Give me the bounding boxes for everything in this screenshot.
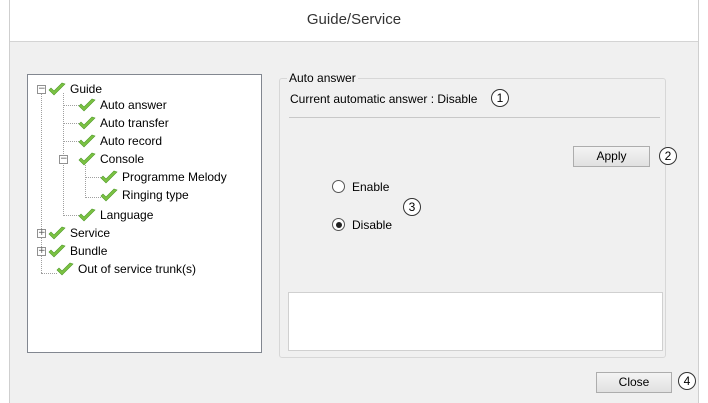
checkmark-icon xyxy=(78,152,96,166)
tree-item-label: Programme Melody xyxy=(122,170,227,184)
radio-disable-button[interactable] xyxy=(332,218,345,231)
tree-line xyxy=(85,165,86,198)
apply-button[interactable]: Apply xyxy=(573,146,650,167)
expand-icon[interactable]: + xyxy=(37,229,46,238)
window-title: Guide/Service xyxy=(10,0,698,42)
tree-item-label: Console xyxy=(100,152,145,166)
tree-item-label: Out of service trunk(s) xyxy=(78,262,197,276)
checkmark-icon xyxy=(78,116,96,130)
group-title: Auto answer xyxy=(287,71,358,85)
checkmark-icon xyxy=(56,262,74,276)
checkmark-icon xyxy=(78,134,96,148)
tree-line xyxy=(63,123,79,124)
tree-line xyxy=(63,141,79,142)
tree-line xyxy=(63,215,79,216)
tree-item-label: Bundle xyxy=(70,244,108,258)
tree-line xyxy=(85,177,101,178)
checkmark-icon xyxy=(78,98,96,112)
info-textbox[interactable] xyxy=(288,292,663,351)
tree-line xyxy=(63,105,79,106)
collapse-icon[interactable]: − xyxy=(59,155,68,164)
radio-enable-button[interactable] xyxy=(332,180,345,193)
checkmark-icon xyxy=(78,208,96,222)
separator xyxy=(289,117,660,118)
tree-item-label: Guide xyxy=(70,82,103,96)
checkmark-icon xyxy=(100,170,118,184)
checkmark-icon xyxy=(48,82,66,96)
callout-1: 1 xyxy=(491,89,509,107)
current-answer-status: Current automatic answer : Disable xyxy=(290,92,478,106)
callout-3: 3 xyxy=(403,198,421,216)
radio-disable-label: Disable xyxy=(352,218,393,232)
tree-line xyxy=(85,197,101,198)
tree-item-label: Language xyxy=(100,208,154,222)
tree-item-label: Auto record xyxy=(100,134,163,148)
tree-line xyxy=(41,273,57,274)
tree-item-label: Service xyxy=(70,226,111,240)
settings-tree[interactable]: − Guide Auto answer Auto transfer Auto recor… xyxy=(27,74,262,353)
checkmark-icon xyxy=(48,226,66,240)
callout-4: 4 xyxy=(678,372,696,390)
tree-item-label: Auto answer xyxy=(100,98,167,112)
expand-icon[interactable]: + xyxy=(37,247,46,256)
radio-enable-label: Enable xyxy=(352,180,390,194)
callout-2: 2 xyxy=(659,147,677,165)
close-button[interactable]: Close xyxy=(596,372,672,393)
collapse-icon[interactable]: − xyxy=(37,85,46,94)
tree-item-label: Ringing type xyxy=(122,188,189,202)
checkmark-icon xyxy=(100,188,118,202)
checkmark-icon xyxy=(48,244,66,258)
tree-item-label: Auto transfer xyxy=(100,116,169,130)
